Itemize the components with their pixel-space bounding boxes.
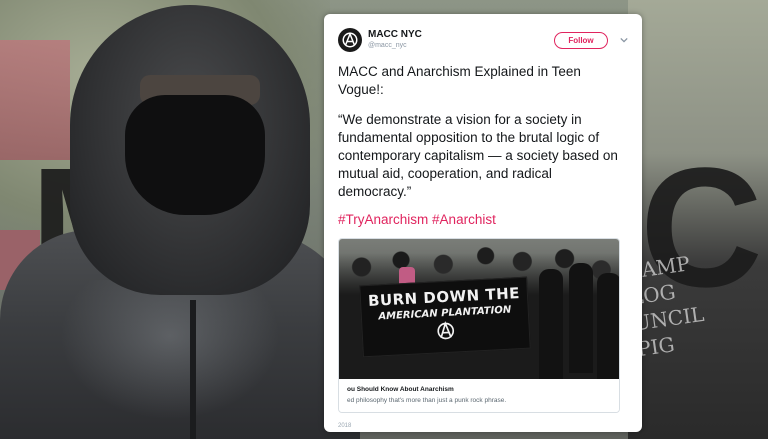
link-preview-image[interactable]: BURN DOWN THE AMERICAN PLANTATION: [339, 239, 619, 379]
tweet-header: MACC NYC @macc_nyc Follow: [338, 24, 628, 58]
link-preview-meta[interactable]: ou Should Know About Anarchism ed philos…: [339, 379, 619, 412]
hashtag-link[interactable]: #Anarchist: [432, 212, 496, 227]
anarchy-symbol-icon: [437, 320, 455, 340]
follow-button[interactable]: Follow: [554, 32, 608, 49]
protester-figure: [539, 269, 563, 379]
more-options-button[interactable]: [620, 36, 628, 44]
protest-banner: BURN DOWN THE AMERICAN PLANTATION: [359, 276, 531, 358]
person-face-mask: [125, 95, 265, 215]
chevron-down-icon: [620, 37, 628, 43]
tweet-headline: MACC and Anarchism Explained in Teen Vog…: [338, 64, 581, 97]
jacket-highlight: [60, 280, 280, 420]
display-name[interactable]: MACC NYC: [368, 29, 422, 41]
tweet-timestamp[interactable]: 2018: [338, 423, 628, 429]
tweet-quote: “We demonstrate a vision for a society i…: [338, 112, 618, 199]
link-preview-title[interactable]: ou Should Know About Anarchism: [347, 385, 611, 394]
tweet-author[interactable]: MACC NYC @macc_nyc: [368, 29, 422, 51]
jacket-zipper: [190, 300, 196, 439]
protester-figure: [597, 273, 619, 379]
user-handle[interactable]: @macc_nyc: [368, 41, 422, 51]
tweet-body: MACC and Anarchism Explained in Teen Vog…: [338, 63, 628, 201]
protester-figure: [569, 263, 593, 373]
link-preview-card[interactable]: BURN DOWN THE AMERICAN PLANTATION ou Sho…: [338, 238, 620, 413]
tweet-card: MACC NYC @macc_nyc Follow MACC and Anarc…: [324, 14, 642, 432]
background-chalk-writing: CAMP LOG UNCIL PIG: [625, 242, 767, 427]
hashtag-link[interactable]: #TryAnarchism: [338, 212, 428, 227]
avatar[interactable]: [338, 28, 362, 52]
anarchy-logo-icon: [342, 31, 358, 48]
hashtags: #TryAnarchism #Anarchist: [338, 211, 628, 229]
masked-person: [0, 0, 360, 439]
link-preview-description: ed philosophy that's more than just a pu…: [347, 397, 507, 404]
